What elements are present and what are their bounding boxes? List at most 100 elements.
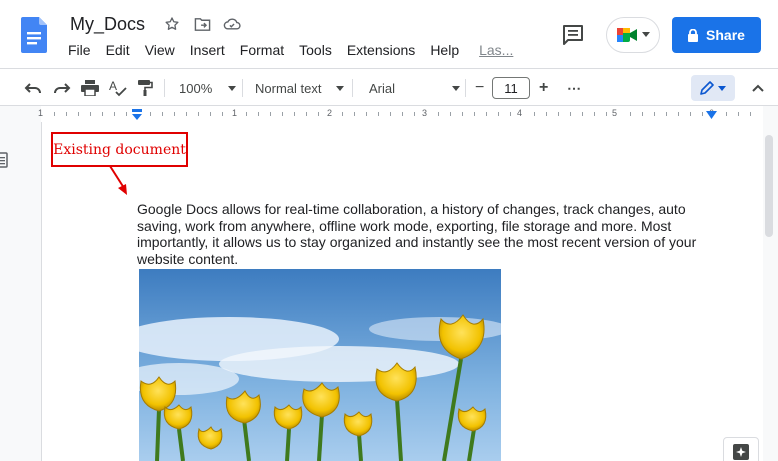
docs-logo-icon[interactable] [21, 17, 47, 53]
ruler-tick [318, 112, 319, 116]
toolbar-divider [352, 79, 353, 97]
redo-icon[interactable] [53, 76, 71, 100]
chevron-down-icon [718, 85, 726, 91]
ruler-tick [114, 112, 115, 116]
title-icon-group [163, 15, 241, 33]
ruler-tick [486, 112, 487, 116]
paragraph-style-select[interactable]: Normal text [255, 76, 345, 100]
ruler-tick [678, 112, 679, 116]
ruler-tick [246, 112, 247, 116]
ruler-tick [222, 112, 223, 116]
tulips-photo[interactable] [139, 269, 501, 461]
menu-view[interactable]: View [145, 42, 175, 58]
font-family-value: Arial [369, 80, 396, 96]
ruler-tick [390, 112, 391, 116]
star-icon[interactable] [163, 15, 181, 33]
menu-format[interactable]: Format [240, 42, 284, 58]
ruler-tick [126, 112, 127, 116]
share-button[interactable]: Share [672, 17, 761, 53]
ruler-tick [366, 112, 367, 116]
collapse-menus-icon[interactable] [752, 76, 764, 100]
document-title[interactable]: My_Docs [70, 14, 145, 35]
font-size-input[interactable]: 11 [492, 77, 530, 99]
toolbar-divider [164, 79, 165, 97]
comment-history-icon[interactable] [561, 24, 585, 46]
ruler-tick [510, 112, 511, 116]
ruler-tick [306, 112, 307, 116]
move-to-folder-icon[interactable] [193, 15, 211, 33]
ruler-number: 3 [422, 108, 428, 118]
horizontal-ruler[interactable]: 1 1 2 3 4 5 6 [0, 106, 778, 122]
ruler-tick [282, 112, 283, 116]
ruler-tick [354, 112, 355, 116]
left-indent-marker-icon[interactable] [131, 109, 143, 121]
ruler-number: 1 [38, 108, 44, 118]
ruler-tick [210, 112, 211, 116]
ruler-tick [186, 112, 187, 116]
ruler-tick [654, 112, 655, 116]
ruler-tick [606, 112, 607, 116]
last-edit-link[interactable]: Las... [479, 42, 513, 58]
ruler-tick [594, 112, 595, 116]
ruler-tick [570, 112, 571, 116]
ruler-tick [78, 112, 79, 116]
ruler-tick [162, 112, 163, 116]
ruler-tick [534, 112, 535, 116]
svg-text:A: A [109, 79, 117, 93]
ruler-tick [414, 112, 415, 116]
ruler-number: 2 [327, 108, 333, 118]
zoom-value: 100% [179, 80, 213, 96]
cloud-saved-icon[interactable] [223, 15, 241, 33]
explore-button[interactable] [723, 437, 759, 461]
pencil-icon [700, 81, 714, 95]
menu-extensions[interactable]: Extensions [347, 42, 415, 58]
menu-file[interactable]: File [68, 42, 91, 58]
menu-tools[interactable]: Tools [299, 42, 332, 58]
document-paragraph[interactable]: Google Docs allows for real-time collabo… [137, 201, 729, 267]
ruler-tick [630, 112, 631, 116]
ruler-tick [102, 112, 103, 116]
ruler-tick [258, 112, 259, 116]
ruler-tick [450, 112, 451, 116]
ruler-number: 1 [232, 108, 238, 118]
meet-icon [617, 28, 637, 42]
undo-icon[interactable] [24, 76, 42, 100]
menu-help[interactable]: Help [430, 42, 459, 58]
annotation-arrow-icon [109, 165, 127, 195]
scrollbar-thumb[interactable] [765, 135, 773, 237]
right-indent-marker-icon[interactable] [706, 111, 717, 119]
paint-format-icon[interactable] [137, 76, 153, 100]
menu-bar: File Edit View Insert Format Tools Exten… [68, 42, 528, 58]
meet-button[interactable] [606, 17, 660, 53]
ruler-tick [174, 112, 175, 116]
zoom-select[interactable]: 100% [179, 76, 237, 100]
ruler-tick [378, 112, 379, 116]
font-family-select[interactable]: Arial [369, 76, 461, 100]
document-outline-icon[interactable] [0, 152, 8, 170]
more-options-button[interactable]: ⋯ [567, 76, 581, 100]
chevron-down-icon [452, 85, 461, 91]
spellcheck-icon[interactable]: A [109, 76, 127, 100]
ruler-tick [462, 112, 463, 116]
ruler-tick [402, 112, 403, 116]
ruler-tick [66, 112, 67, 116]
increase-font-size-button[interactable]: + [539, 76, 548, 100]
lock-icon [688, 28, 699, 42]
formatting-toolbar: A 100% Normal text Arial − 11 + ⋯ [0, 68, 778, 106]
print-icon[interactable] [81, 76, 99, 100]
editing-mode-button[interactable] [691, 75, 735, 101]
ruler-tick [438, 112, 439, 116]
share-label: Share [706, 27, 745, 43]
toolbar-divider [242, 79, 243, 97]
ruler-tick [690, 112, 691, 116]
chevron-down-icon [642, 32, 650, 37]
ruler-number: 5 [612, 108, 618, 118]
decrease-font-size-button[interactable]: − [475, 76, 484, 100]
ruler-tick [738, 112, 739, 116]
annotation-callout: Existing document [51, 132, 188, 167]
menu-edit[interactable]: Edit [106, 42, 130, 58]
menu-insert[interactable]: Insert [190, 42, 225, 58]
ruler-tick [150, 112, 151, 116]
explore-sparkle-icon [733, 444, 749, 460]
ruler-tick [294, 112, 295, 116]
